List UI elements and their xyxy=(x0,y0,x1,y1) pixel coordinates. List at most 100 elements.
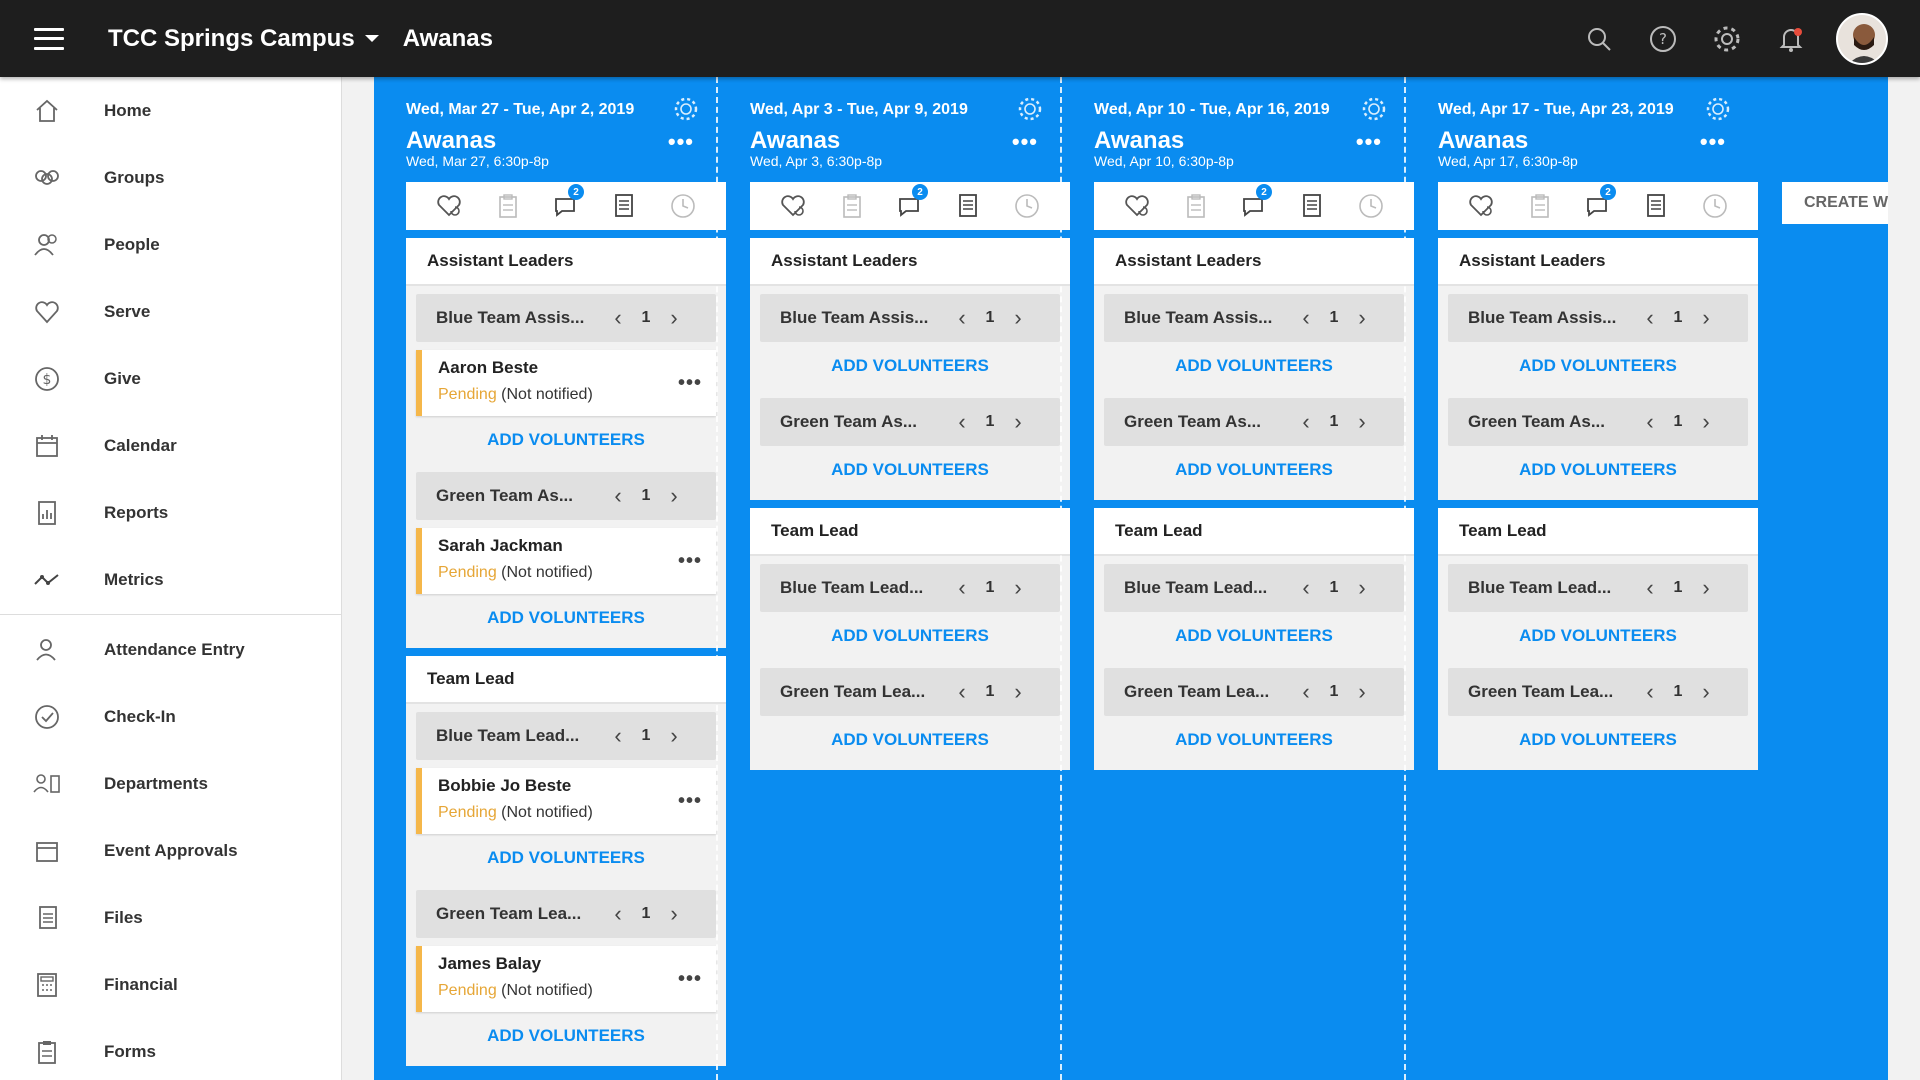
sidebar-item-calendar[interactable]: Calendar xyxy=(0,412,341,479)
serve-heart-icon[interactable] xyxy=(433,190,465,222)
chevron-right-icon[interactable]: › xyxy=(1348,679,1376,705)
gear-icon[interactable] xyxy=(1360,95,1390,125)
chevron-left-icon[interactable]: ‹ xyxy=(1636,679,1664,705)
document-icon[interactable] xyxy=(608,190,640,222)
sidebar-item-give[interactable]: $ Give xyxy=(0,345,341,412)
chevron-left-icon[interactable]: ‹ xyxy=(1292,409,1320,435)
chevron-left-icon[interactable]: ‹ xyxy=(1292,575,1320,601)
hamburger-menu-icon[interactable] xyxy=(34,27,64,50)
more-options-icon[interactable]: ••• xyxy=(1700,131,1726,153)
more-options-icon[interactable]: ••• xyxy=(1356,131,1382,153)
document-icon[interactable] xyxy=(1640,190,1672,222)
add-volunteers-button[interactable]: ADD VOLUNTEERS xyxy=(1094,342,1414,390)
add-volunteers-button[interactable]: ADD VOLUNTEERS xyxy=(1438,342,1758,390)
chevron-left-icon[interactable]: ‹ xyxy=(948,575,976,601)
chevron-right-icon[interactable]: › xyxy=(660,305,688,331)
add-volunteers-button[interactable]: ADD VOLUNTEERS xyxy=(750,446,1070,494)
add-volunteers-button[interactable]: ADD VOLUNTEERS xyxy=(1094,446,1414,494)
clock-icon[interactable] xyxy=(667,190,699,222)
clipboard-icon[interactable] xyxy=(836,190,868,222)
volunteer-card[interactable]: Sarah Jackman Pending (Not notified) ••• xyxy=(416,528,716,594)
more-options-icon[interactable]: ••• xyxy=(678,968,702,991)
message-icon[interactable]: 2 xyxy=(894,184,928,222)
volunteer-card[interactable]: Aaron Beste Pending (Not notified) ••• xyxy=(416,350,716,416)
sidebar-item-attendance-entry[interactable]: Attendance Entry xyxy=(0,616,341,683)
chevron-right-icon[interactable]: › xyxy=(1692,679,1720,705)
sidebar-item-metrics[interactable]: Metrics xyxy=(0,546,341,613)
clipboard-icon[interactable] xyxy=(1524,190,1556,222)
chevron-left-icon[interactable]: ‹ xyxy=(948,679,976,705)
more-options-icon[interactable]: ••• xyxy=(1012,131,1038,153)
help-icon[interactable]: ? xyxy=(1646,22,1680,56)
gear-icon[interactable] xyxy=(672,95,702,125)
add-volunteers-button[interactable]: ADD VOLUNTEERS xyxy=(406,1012,726,1060)
chevron-right-icon[interactable]: › xyxy=(660,901,688,927)
gear-icon[interactable] xyxy=(1704,95,1734,125)
chevron-left-icon[interactable]: ‹ xyxy=(604,305,632,331)
clock-icon[interactable] xyxy=(1699,190,1731,222)
chevron-left-icon[interactable]: ‹ xyxy=(1292,305,1320,331)
sidebar-item-groups[interactable]: Groups xyxy=(0,144,341,211)
chevron-right-icon[interactable]: › xyxy=(1692,305,1720,331)
document-icon[interactable] xyxy=(1296,190,1328,222)
message-icon[interactable]: 2 xyxy=(550,184,584,222)
gear-icon[interactable] xyxy=(1710,22,1744,56)
chevron-right-icon[interactable]: › xyxy=(660,723,688,749)
more-options-icon[interactable]: ••• xyxy=(678,790,702,813)
chevron-right-icon[interactable]: › xyxy=(1692,575,1720,601)
sidebar-item-forms[interactable]: Forms xyxy=(0,1018,341,1080)
clock-icon[interactable] xyxy=(1011,190,1043,222)
add-volunteers-button[interactable]: ADD VOLUNTEERS xyxy=(1094,716,1414,764)
chevron-right-icon[interactable]: › xyxy=(1004,305,1032,331)
chevron-right-icon[interactable]: › xyxy=(660,483,688,509)
sidebar-item-home[interactable]: Home xyxy=(0,77,341,144)
chevron-left-icon[interactable]: ‹ xyxy=(604,723,632,749)
chevron-left-icon[interactable]: ‹ xyxy=(604,483,632,509)
notification-bell-icon[interactable] xyxy=(1774,22,1808,56)
sidebar-item-check-in[interactable]: Check-In xyxy=(0,683,341,750)
add-volunteers-button[interactable]: ADD VOLUNTEERS xyxy=(750,342,1070,390)
serve-heart-icon[interactable] xyxy=(777,190,809,222)
gear-icon[interactable] xyxy=(1016,95,1046,125)
add-volunteers-button[interactable]: ADD VOLUNTEERS xyxy=(406,416,726,464)
clock-icon[interactable] xyxy=(1355,190,1387,222)
clipboard-icon[interactable] xyxy=(1180,190,1212,222)
add-volunteers-button[interactable]: ADD VOLUNTEERS xyxy=(1094,612,1414,660)
sidebar-item-serve[interactable]: Serve xyxy=(0,278,341,345)
volunteer-card[interactable]: Bobbie Jo Beste Pending (Not notified) ••• xyxy=(416,768,716,834)
chevron-right-icon[interactable]: › xyxy=(1348,575,1376,601)
sidebar-item-people[interactable]: People xyxy=(0,211,341,278)
add-volunteers-button[interactable]: ADD VOLUNTEERS xyxy=(406,594,726,642)
more-options-icon[interactable]: ••• xyxy=(678,550,702,573)
chevron-left-icon[interactable]: ‹ xyxy=(1292,679,1320,705)
avatar[interactable] xyxy=(1836,12,1888,65)
chevron-left-icon[interactable]: ‹ xyxy=(1636,409,1664,435)
chevron-left-icon[interactable]: ‹ xyxy=(604,901,632,927)
chevron-right-icon[interactable]: › xyxy=(1004,679,1032,705)
chevron-right-icon[interactable]: › xyxy=(1004,575,1032,601)
document-icon[interactable] xyxy=(952,190,984,222)
volunteer-card[interactable]: James Balay Pending (Not notified) ••• xyxy=(416,946,716,1012)
add-volunteers-button[interactable]: ADD VOLUNTEERS xyxy=(750,716,1070,764)
chevron-left-icon[interactable]: ‹ xyxy=(1636,575,1664,601)
message-icon[interactable]: 2 xyxy=(1582,184,1616,222)
add-volunteers-button[interactable]: ADD VOLUNTEERS xyxy=(1438,612,1758,660)
chevron-right-icon[interactable]: › xyxy=(1348,305,1376,331)
chevron-right-icon[interactable]: › xyxy=(1692,409,1720,435)
campus-selector[interactable]: TCC Springs Campus xyxy=(108,25,379,53)
chevron-left-icon[interactable]: ‹ xyxy=(948,305,976,331)
search-icon[interactable] xyxy=(1582,22,1616,56)
add-volunteers-button[interactable]: ADD VOLUNTEERS xyxy=(750,612,1070,660)
serve-heart-icon[interactable] xyxy=(1121,190,1153,222)
add-volunteers-button[interactable]: ADD VOLUNTEERS xyxy=(1438,446,1758,494)
sidebar-item-files[interactable]: Files xyxy=(0,884,341,951)
sidebar-item-event-approvals[interactable]: Event Approvals xyxy=(0,817,341,884)
sidebar-item-departments[interactable]: Departments xyxy=(0,750,341,817)
sidebar-item-reports[interactable]: Reports xyxy=(0,479,341,546)
message-icon[interactable]: 2 xyxy=(1238,184,1272,222)
more-options-icon[interactable]: ••• xyxy=(678,372,702,395)
create-week-button[interactable]: CREATE W xyxy=(1782,182,1888,224)
chevron-right-icon[interactable]: › xyxy=(1004,409,1032,435)
add-volunteers-button[interactable]: ADD VOLUNTEERS xyxy=(1438,716,1758,764)
chevron-left-icon[interactable]: ‹ xyxy=(948,409,976,435)
